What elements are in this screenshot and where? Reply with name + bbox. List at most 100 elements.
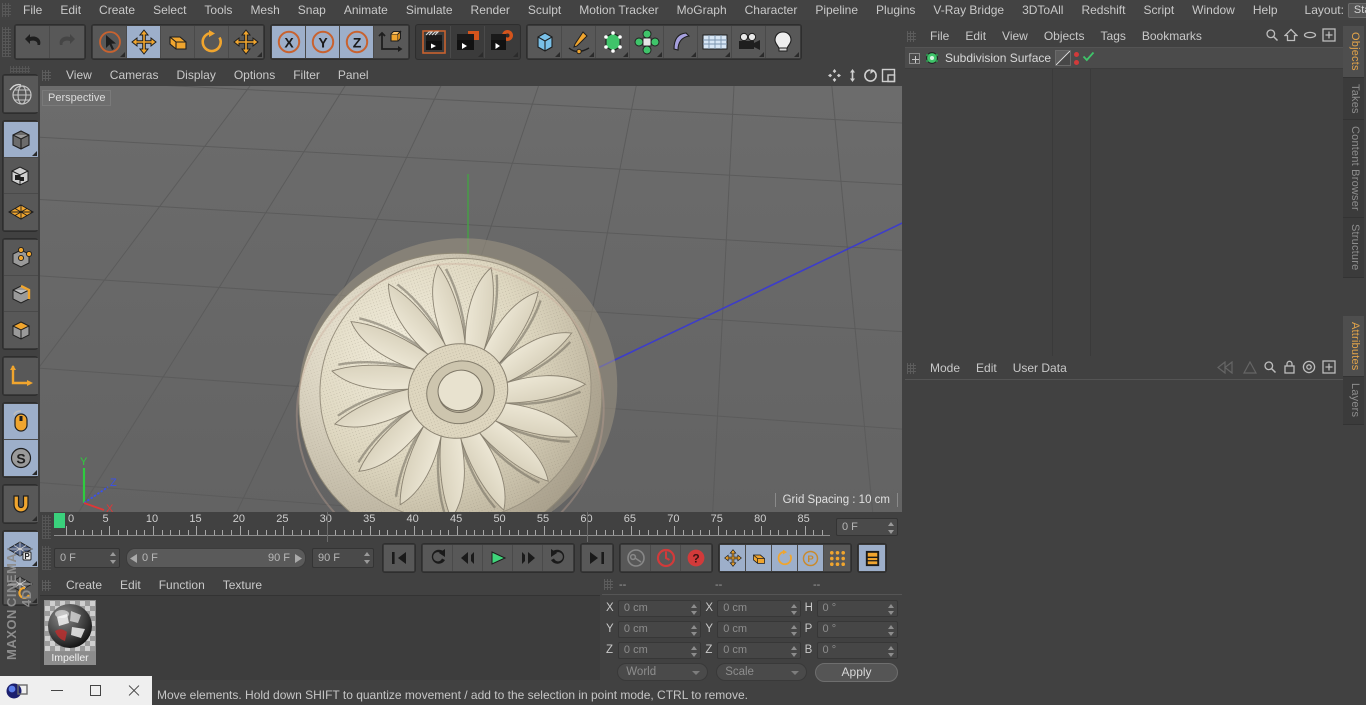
object-menu-file[interactable]: File [922,26,957,47]
menu-item-mesh[interactable]: Mesh [241,0,288,20]
material-menu-edit[interactable]: Edit [111,575,150,595]
tool-expand-corner[interactable] [623,52,628,57]
home-icon[interactable] [1283,28,1299,45]
end-frame-field[interactable]: 90 F [312,548,374,568]
step-back-button[interactable] [453,545,483,571]
viewport-solo-button[interactable] [4,404,38,440]
add-deformer-button[interactable] [664,26,698,58]
attribute-menu-edit[interactable]: Edit [968,358,1005,379]
object-row-subdivision-surface[interactable]: Subdivision Surface [905,48,1343,69]
preview-range-bar[interactable]: 0 F 90 F [126,548,306,568]
rotation-h-field[interactable]: 0 ° [816,599,898,617]
attribute-content[interactable] [905,379,1343,684]
minimize-button[interactable] [38,676,76,705]
timeline-toggle-button[interactable] [859,545,885,571]
viewport-menu-grip[interactable] [42,69,51,81]
position-y-field[interactable]: 0 cm [617,620,702,638]
tab-takes[interactable]: Takes [1343,77,1364,121]
coordinate-system-dropdown[interactable]: World [617,663,709,681]
tool-expand-corner[interactable] [478,52,483,57]
attribute-menu-user-data[interactable]: User Data [1005,358,1075,379]
tool-expand-corner[interactable] [794,52,799,57]
tool-expand-corner[interactable] [691,52,696,57]
next-icon[interactable] [1242,360,1258,377]
world-object-coordinates[interactable] [374,26,408,58]
attribute-menu-mode[interactable]: Mode [922,358,968,379]
viewport-menu-panel[interactable]: Panel [329,64,378,86]
render-to-picture-viewer-button[interactable] [451,26,485,58]
add-light-button[interactable] [766,26,800,58]
apply-button[interactable]: Apply [815,662,898,682]
rotate-tool[interactable] [195,26,229,58]
render-view-button[interactable] [417,26,451,58]
record-active-objects-button[interactable] [621,545,651,571]
tool-expand-corner[interactable] [32,151,37,156]
tool-expand-corner[interactable] [759,52,764,57]
object-menu-edit[interactable]: Edit [957,26,994,47]
spinner-icon[interactable] [110,552,116,564]
spinner-icon[interactable] [888,645,894,662]
size-x-field[interactable]: 0 cm [717,599,801,617]
autokeying-button[interactable] [651,545,681,571]
menu-item-animate[interactable]: Animate [335,0,397,20]
dolly-icon[interactable] [844,67,860,83]
workplane-button[interactable]: S [4,440,38,476]
spinner-icon[interactable] [790,624,797,641]
start-frame-field[interactable]: 0 F [54,548,120,568]
pan-icon[interactable] [826,67,842,83]
menu-item-edit[interactable]: Edit [51,0,90,20]
timeline-ruler[interactable]: 051015202530354045505560657075808590 [54,512,830,542]
3d-viewport[interactable]: Perspective Grid Spacing : 10 cm Y Z X [40,86,902,512]
undo-button[interactable] [16,26,50,58]
add-environment-button[interactable] [698,26,732,58]
position-z-field[interactable]: 0 cm [617,641,702,662]
points-mode-button[interactable] [4,240,38,276]
tool-expand-corner[interactable] [32,516,37,521]
make-editable-button[interactable] [4,122,38,158]
menu-item-vray-bridge[interactable]: V-Ray Bridge [924,0,1013,20]
material-menu-grip[interactable] [42,579,51,591]
position-key-button[interactable] [720,545,746,571]
previous-key-button[interactable] [423,545,453,571]
render-settings-button[interactable] [485,26,519,58]
tool-expand-corner[interactable] [657,52,662,57]
search-icon[interactable] [1265,28,1279,45]
material-menu-create[interactable]: Create [57,575,111,595]
playhead[interactable] [54,513,65,528]
rotation-p-field[interactable]: 0 ° [816,620,898,638]
enable-axis-button[interactable] [4,358,38,394]
spinner-icon[interactable] [691,645,698,662]
menu-grip[interactable] [2,3,11,17]
undo-view-button[interactable] [4,76,38,112]
texture-mode-button[interactable] [4,194,38,230]
target-icon[interactable] [1302,360,1316,377]
tool-expand-corner[interactable] [120,52,125,57]
tab-objects[interactable]: Objects [1343,26,1364,78]
menu-item-mograph[interactable]: MoGraph [668,0,736,20]
add-nurbs-button[interactable] [596,26,630,58]
add-array-button[interactable] [630,26,664,58]
enable-snap-button[interactable] [4,486,38,522]
lock-z-axis[interactable]: Z [340,26,374,58]
menu-item-tools[interactable]: Tools [195,0,241,20]
lock-x-axis[interactable]: X [272,26,306,58]
menu-item-sculpt[interactable]: Sculpt [519,0,570,20]
menu-item-help[interactable]: Help [1244,0,1287,20]
menu-item-window[interactable]: Window [1183,0,1244,20]
size-y-field[interactable]: 0 cm [717,620,801,641]
layout-dropdown[interactable]: Startup [1347,2,1366,18]
tool-expand-corner[interactable] [513,52,518,57]
menu-item-character[interactable]: Character [736,0,807,20]
close-button[interactable] [114,676,152,705]
search-icon[interactable] [1263,360,1277,377]
tab-attributes[interactable]: Attributes [1343,315,1364,378]
material-menu-texture[interactable]: Texture [214,575,271,595]
viewport-menu-view[interactable]: View [57,64,101,86]
move-tool[interactable] [127,26,161,58]
scale-tool[interactable] [161,26,195,58]
material-menu-function[interactable]: Function [150,575,214,595]
material-item[interactable]: Impeller [44,600,96,665]
tool-expand-corner[interactable] [555,52,560,57]
keyframe-selection-button[interactable]: ? [681,545,711,571]
object-menu-tags[interactable]: Tags [1093,26,1134,47]
